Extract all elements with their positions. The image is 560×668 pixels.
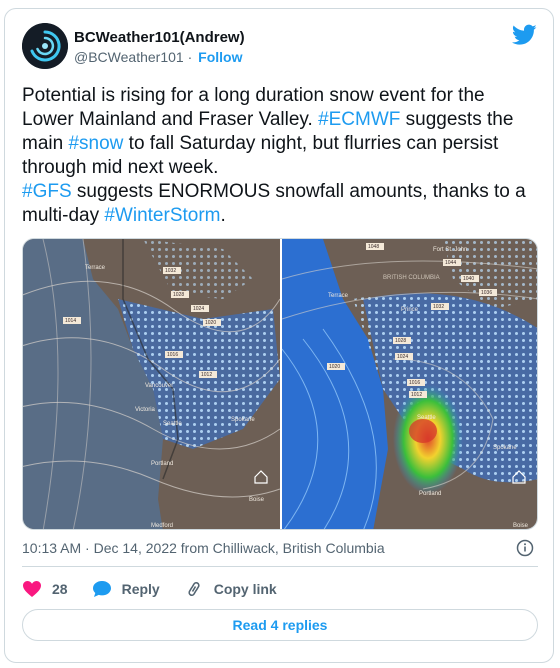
tweet-paragraph-1: Potential is rising for a long duration … [22,84,540,180]
hashtag-ecmwf[interactable]: #ECMWF [318,109,400,130]
tweet-time[interactable]: 10:13 AM [22,540,81,556]
divider [22,566,538,567]
isobar-label: 1020 [329,364,340,370]
link-icon [188,581,200,597]
info-icon[interactable] [516,539,534,557]
isobar-label: 1016 [167,352,178,358]
map-city-label: Portland [151,461,173,467]
map-city-label: Vancouver [145,383,173,389]
isobar-label: 1014 [65,318,76,324]
tweet-text-segment: . [220,205,226,226]
gfs-map-panel: Fort St. John BRITISH COLUMBIA Terrace P… [281,239,537,529]
isobar-label: 1028 [173,292,184,298]
like-button[interactable]: 28 [22,580,68,598]
isobar-label: 1044 [445,260,456,266]
isobar-label: 1020 [205,320,216,326]
tweet-text-segment: suggests ENORMOUS snowfall amounts, than… [22,181,526,226]
map-city-label: Fort St. John [433,247,467,253]
isobar-label: 1024 [193,306,204,312]
author-handle[interactable]: @BCWeather101 [74,49,184,65]
map-city-label: Boise [249,497,265,503]
read-replies-button[interactable]: Read 4 replies [22,609,538,641]
separator-dot: · [85,540,90,556]
map-city-label: Portland [419,491,441,497]
isobar-label: 1048 [368,244,379,250]
tweet-actions: 28 Reply Copy link [22,578,301,600]
isobar-label: 1012 [201,372,212,378]
map-city-label: Seattle [163,421,182,427]
reply-bubble-icon [92,581,111,597]
twitter-bird-icon[interactable] [512,24,537,46]
hashtag-snow[interactable]: #snow [68,133,123,154]
copy-link-label: Copy link [213,581,277,597]
heart-icon [23,581,41,597]
map-city-label: Terrace [85,265,106,271]
isobar-label: 1028 [395,338,406,344]
map-city-label: Prince [401,307,419,313]
isobar-label: 1024 [397,354,408,360]
isobar-label: 1032 [165,268,176,274]
map-city-label: Terrace [328,293,349,299]
hashtag-winterstorm[interactable]: #WinterStorm [104,205,220,226]
separator-dot: · [187,49,193,65]
tweet-meta: 10:13 AM · Dec 14, 2022 from Chilliwack,… [22,540,385,556]
ecmwf-map-panel: Terrace Seattle Vancouver Victoria Portl… [23,239,281,529]
follow-button[interactable]: Follow [198,49,242,65]
avatar[interactable] [22,23,68,69]
map-city-label: Spokane [231,417,255,423]
isobar-label: 1032 [433,304,444,310]
like-count: 28 [52,581,68,597]
map-city-label: Medford [151,523,173,529]
reply-button[interactable]: Reply [92,580,160,598]
reply-label: Reply [121,581,160,597]
tweet-date-source[interactable]: Dec 14, 2022 from Chilliwack, British Co… [94,540,385,556]
isobar-label: 1012 [411,392,422,398]
hashtag-gfs[interactable]: #GFS [22,181,72,202]
map-region-label: BRITISH COLUMBIA [383,275,440,281]
copy-link-button[interactable]: Copy link [184,580,277,598]
isobar-label: 1040 [463,276,474,282]
isobar-label: 1016 [409,380,420,386]
map-city-label: Victoria [135,407,156,413]
tweet-text: Potential is rising for a long duration … [22,84,540,228]
map-city-label: Spokane [493,445,517,451]
author-handle-row: @BCWeather101 · Follow [74,49,242,65]
isobar-label: 1036 [481,290,492,296]
map-city-label: Boise [513,523,529,529]
map-city-label: Seattle [417,415,436,421]
tweet-media-image[interactable]: Terrace Seattle Vancouver Victoria Portl… [22,238,538,530]
author-display-name[interactable]: BCWeather101(Andrew) [74,29,245,46]
tweet-paragraph-2: #GFS suggests ENORMOUS snowfall amounts,… [22,180,540,228]
